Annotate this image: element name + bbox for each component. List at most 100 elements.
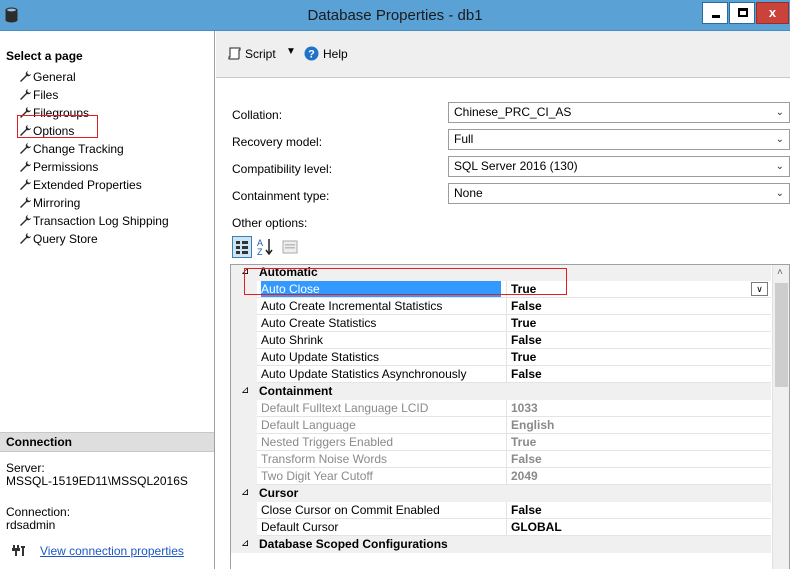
- property-name: Nested Triggers Enabled: [261, 435, 394, 449]
- script-dropdown-arrow-icon[interactable]: ▼: [286, 46, 296, 57]
- property-row-auto-create-statistics[interactable]: Auto Create Statistics True: [231, 315, 771, 332]
- svg-text:?: ?: [308, 49, 315, 61]
- property-value[interactable]: True: [506, 349, 771, 365]
- page-selector-panel: Select a page General Files Filegroups Opti…: [0, 31, 215, 569]
- toolbar: Script ▼ ? Help: [216, 31, 790, 78]
- property-value[interactable]: False: [506, 298, 771, 314]
- property-value[interactable]: False: [506, 451, 771, 467]
- value-dropdown-icon[interactable]: ∨: [751, 282, 768, 296]
- collation-value: Chinese_PRC_CI_AS: [454, 105, 572, 119]
- sidebar-item-general[interactable]: General: [20, 68, 169, 86]
- help-icon: ?: [304, 46, 319, 61]
- row-gutter: [231, 451, 257, 468]
- property-value-text: False: [511, 503, 542, 517]
- recovery-model-select[interactable]: Full ⌄: [448, 129, 790, 150]
- sort-alphabetical-icon[interactable]: A Z: [255, 236, 275, 258]
- property-row-two-digit-year-cutoff[interactable]: Two Digit Year Cutoff 2049: [231, 468, 771, 485]
- connection-value: rdsadmin: [6, 518, 56, 532]
- property-name: Auto Update Statistics: [261, 350, 380, 364]
- category-row-database-scoped-configurations[interactable]: ⊿ Database Scoped Configurations: [231, 536, 771, 553]
- property-row-auto-update-statistics-asynchronously[interactable]: Auto Update Statistics Asynchronously Fal…: [231, 366, 771, 383]
- collation-label: Collation:: [232, 108, 283, 122]
- property-value[interactable]: GLOBAL: [506, 519, 771, 535]
- wrench-icon: [20, 197, 31, 208]
- property-value[interactable]: 1033: [506, 400, 771, 416]
- sidebar-item-change-tracking[interactable]: Change Tracking: [20, 140, 169, 158]
- category-row-cursor[interactable]: ⊿ Cursor: [231, 485, 771, 502]
- sidebar-item-permissions[interactable]: Permissions: [20, 158, 169, 176]
- property-value[interactable]: 2049: [506, 468, 771, 484]
- minimize-button[interactable]: [702, 2, 728, 24]
- scrollbar-thumb[interactable]: [775, 283, 788, 387]
- property-name: Transform Noise Words: [261, 452, 388, 466]
- property-row-transform-noise-words[interactable]: Transform Noise Words False: [231, 451, 771, 468]
- help-button[interactable]: Help: [323, 47, 348, 61]
- scroll-up-icon[interactable]: ˄: [777, 267, 783, 278]
- row-gutter: [231, 366, 257, 383]
- categorized-icon[interactable]: [232, 236, 252, 258]
- property-row-default-fulltext-language-lcid[interactable]: Default Fulltext Language LCID 1033: [231, 400, 771, 417]
- row-gutter: [231, 502, 257, 519]
- property-name: Auto Create Statistics: [261, 316, 377, 330]
- property-pages-icon[interactable]: [280, 236, 300, 258]
- recovery-model-value: Full: [454, 132, 474, 146]
- property-row-auto-create-incremental-statistics[interactable]: Auto Create Incremental Statistics False: [231, 298, 771, 315]
- page-list: General Files Filegroups Options Change Trac…: [20, 68, 169, 248]
- maximize-icon: [738, 8, 748, 17]
- property-value[interactable]: False: [506, 332, 771, 348]
- vertical-scrollbar[interactable]: ˄: [772, 265, 789, 569]
- chevron-down-icon: ⌄: [775, 134, 784, 145]
- property-name: Default Cursor: [261, 520, 339, 534]
- collapse-caret-icon[interactable]: ⊿: [241, 383, 249, 399]
- property-row-nested-triggers-enabled[interactable]: Nested Triggers Enabled True: [231, 434, 771, 451]
- close-button[interactable]: x: [756, 2, 789, 24]
- row-gutter: [231, 332, 257, 349]
- property-value[interactable]: False: [506, 366, 771, 382]
- maximize-button[interactable]: [729, 2, 755, 24]
- script-button[interactable]: Script: [245, 47, 276, 61]
- property-name: Two Digit Year Cutoff: [261, 469, 373, 483]
- category-row-containment[interactable]: ⊿ Containment: [231, 383, 771, 400]
- property-value-text: False: [511, 299, 542, 313]
- sidebar-item-query-store[interactable]: Query Store: [20, 230, 169, 248]
- view-connection-properties-link[interactable]: View connection properties: [40, 544, 184, 558]
- property-name: Close Cursor on Commit Enabled: [261, 503, 440, 517]
- property-value-text: False: [511, 333, 542, 347]
- property-row-auto-update-statistics[interactable]: Auto Update Statistics True: [231, 349, 771, 366]
- connection-label: Connection:: [6, 505, 71, 519]
- property-value[interactable]: English: [506, 417, 771, 433]
- sidebar-item-extended-properties[interactable]: Extended Properties: [20, 176, 169, 194]
- row-gutter: [231, 519, 257, 536]
- containment-type-select[interactable]: None ⌄: [448, 183, 790, 204]
- chevron-down-icon: ⌄: [775, 107, 784, 118]
- chevron-down-icon: ⌄: [775, 161, 784, 172]
- sidebar-item-mirroring[interactable]: Mirroring: [20, 194, 169, 212]
- collation-select[interactable]: Chinese_PRC_CI_AS ⌄: [448, 102, 790, 123]
- row-gutter: ⊿: [231, 383, 257, 400]
- row-gutter: [231, 315, 257, 332]
- property-row-close-cursor-on-commit-enabled[interactable]: Close Cursor on Commit Enabled False: [231, 502, 771, 519]
- row-gutter: [231, 349, 257, 366]
- property-grid: ⊿ Automatic Auto Close True ∨ Auto Create Inc…: [230, 264, 790, 569]
- property-row-default-cursor[interactable]: Default Cursor GLOBAL: [231, 519, 771, 536]
- connection-heading: Connection: [0, 432, 214, 452]
- property-value-text: False: [511, 452, 542, 466]
- sidebar-item-label: Permissions: [33, 160, 99, 174]
- property-name: Auto Update Statistics Asynchronously: [261, 367, 467, 381]
- property-value-text: False: [511, 367, 542, 381]
- row-gutter: [231, 400, 257, 417]
- sidebar-item-files[interactable]: Files: [20, 86, 169, 104]
- wrench-icon: [20, 161, 31, 172]
- property-value[interactable]: True: [506, 434, 771, 450]
- compatibility-level-select[interactable]: SQL Server 2016 (130) ⌄: [448, 156, 790, 177]
- containment-type-value: None: [454, 186, 483, 200]
- collapse-caret-icon[interactable]: ⊿: [241, 485, 249, 501]
- property-row-default-language[interactable]: Default Language English: [231, 417, 771, 434]
- property-value[interactable]: True: [506, 315, 771, 331]
- property-row-auto-shrink[interactable]: Auto Shrink False: [231, 332, 771, 349]
- sidebar-item-transaction-log-shipping[interactable]: Transaction Log Shipping: [20, 212, 169, 230]
- sidebar-item-label: Query Store: [33, 232, 98, 246]
- property-value[interactable]: False: [506, 502, 771, 518]
- collapse-caret-icon[interactable]: ⊿: [241, 536, 249, 552]
- wrench-icon: [20, 71, 31, 82]
